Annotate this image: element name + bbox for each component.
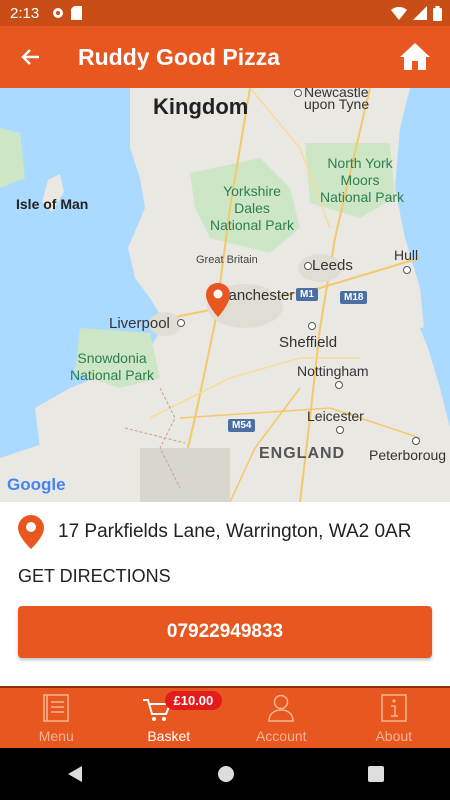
map-label-isle-of-man: Isle of Man: [16, 196, 89, 212]
map-label-peterborough: Peterboroug: [369, 447, 447, 463]
map-label-snowdonia-2: National Park: [69, 367, 155, 383]
home-icon: [400, 43, 430, 70]
app-bar: Ruddy Good Pizza: [0, 26, 450, 88]
map-dot-peterborough: [412, 437, 420, 445]
map-marker-icon[interactable]: [206, 283, 230, 317]
status-bar: 2:13: [0, 0, 450, 26]
map-label-newcastle-2: upon Tyne: [304, 96, 370, 112]
home-button[interactable]: [398, 40, 432, 74]
nav-label-menu: Menu: [38, 728, 74, 744]
map-label-north-york: North York Moors National Park: [320, 155, 405, 206]
map-label-yorkshire-dales: Yorkshire Dales National Park: [204, 183, 300, 234]
nav-label-account: Account: [255, 728, 307, 744]
arrow-back-icon: [21, 49, 39, 65]
location-map[interactable]: Kingdom Newcastle upon Tyne Isle of Man …: [0, 88, 450, 502]
map-label-liverpool: Liverpool: [109, 315, 170, 332]
google-logo: Google: [7, 475, 66, 495]
map-label-yorkshire-1: Yorkshire: [223, 183, 281, 199]
status-time: 2:13: [10, 4, 40, 22]
page-title: Ruddy Good Pizza: [78, 43, 280, 70]
map-label-north-york-3: National Park: [320, 189, 405, 205]
nav-item-menu[interactable]: Menu: [0, 688, 113, 750]
map-label-yorkshire-3: National Park: [209, 217, 295, 233]
road-badge-m18: M18: [340, 291, 368, 304]
signal-icon: [413, 6, 427, 20]
nav-item-account[interactable]: Account: [225, 688, 338, 750]
sd-card-icon: [71, 6, 83, 20]
map-label-kingdom: Kingdom: [153, 94, 249, 119]
map-dot-leeds: [304, 262, 312, 270]
get-directions-link[interactable]: GET DIRECTIONS: [18, 566, 171, 587]
map-label-leicester: Leicester: [307, 408, 364, 424]
address-text: 17 Parkfields Lane, Warrington, WA2 0AR: [58, 521, 412, 542]
map-dot-sheffield: [308, 322, 316, 330]
system-nav-bar: [0, 748, 450, 800]
settings-gear-icon: [53, 8, 64, 18]
road-badge-m1: M1: [296, 288, 318, 301]
google-logo-text: Google: [7, 475, 66, 494]
call-phone-button[interactable]: 07922949833: [18, 606, 432, 658]
system-back-icon[interactable]: [66, 765, 84, 783]
nav-label-basket: Basket: [147, 728, 191, 744]
road-badge-m54: M54: [228, 419, 256, 432]
map-dot-leicester: [336, 426, 344, 434]
menu-list-icon: [43, 694, 69, 722]
nav-label-about: About: [375, 728, 413, 744]
back-button[interactable]: [0, 26, 60, 88]
map-label-nottingham: Nottingham: [297, 363, 369, 379]
map-label-snowdonia-1: Snowdonia: [77, 350, 147, 366]
address-row: 17 Parkfields Lane, Warrington, WA2 0AR: [0, 510, 450, 554]
location-pin-icon: [18, 515, 44, 549]
nav-item-basket[interactable]: £10.00 Basket: [113, 688, 226, 750]
map-dot-newcastle: [294, 89, 302, 97]
map-label-sheffield: Sheffield: [279, 334, 338, 351]
battery-icon: [433, 5, 442, 21]
map-label-hull: Hull: [394, 247, 419, 263]
map-dot-liverpool: [177, 319, 185, 327]
info-icon: [381, 694, 407, 722]
map-dot-hull: [403, 266, 411, 274]
map-label-england: ENGLAND: [259, 445, 346, 462]
map-label-north-york-2: Moors: [340, 172, 380, 188]
basket-total-badge: £10.00: [164, 691, 223, 710]
wifi-icon: [391, 6, 407, 20]
nav-item-about[interactable]: About: [338, 688, 450, 750]
bottom-nav: Menu £10.00 Basket Account About: [0, 686, 450, 750]
user-icon: [268, 694, 295, 722]
map-label-leeds: Leeds: [312, 257, 353, 274]
map-dot-nottingham: [335, 381, 343, 389]
map-label-north-york-1: North York: [327, 155, 393, 171]
map-label-yorkshire-2: Dales: [234, 200, 270, 216]
system-home-icon[interactable]: [217, 765, 235, 783]
map-label-snowdonia: Snowdonia National Park: [62, 350, 162, 384]
system-recents-icon[interactable]: [367, 766, 384, 782]
map-label-great-britain: Great Britain: [196, 254, 258, 266]
